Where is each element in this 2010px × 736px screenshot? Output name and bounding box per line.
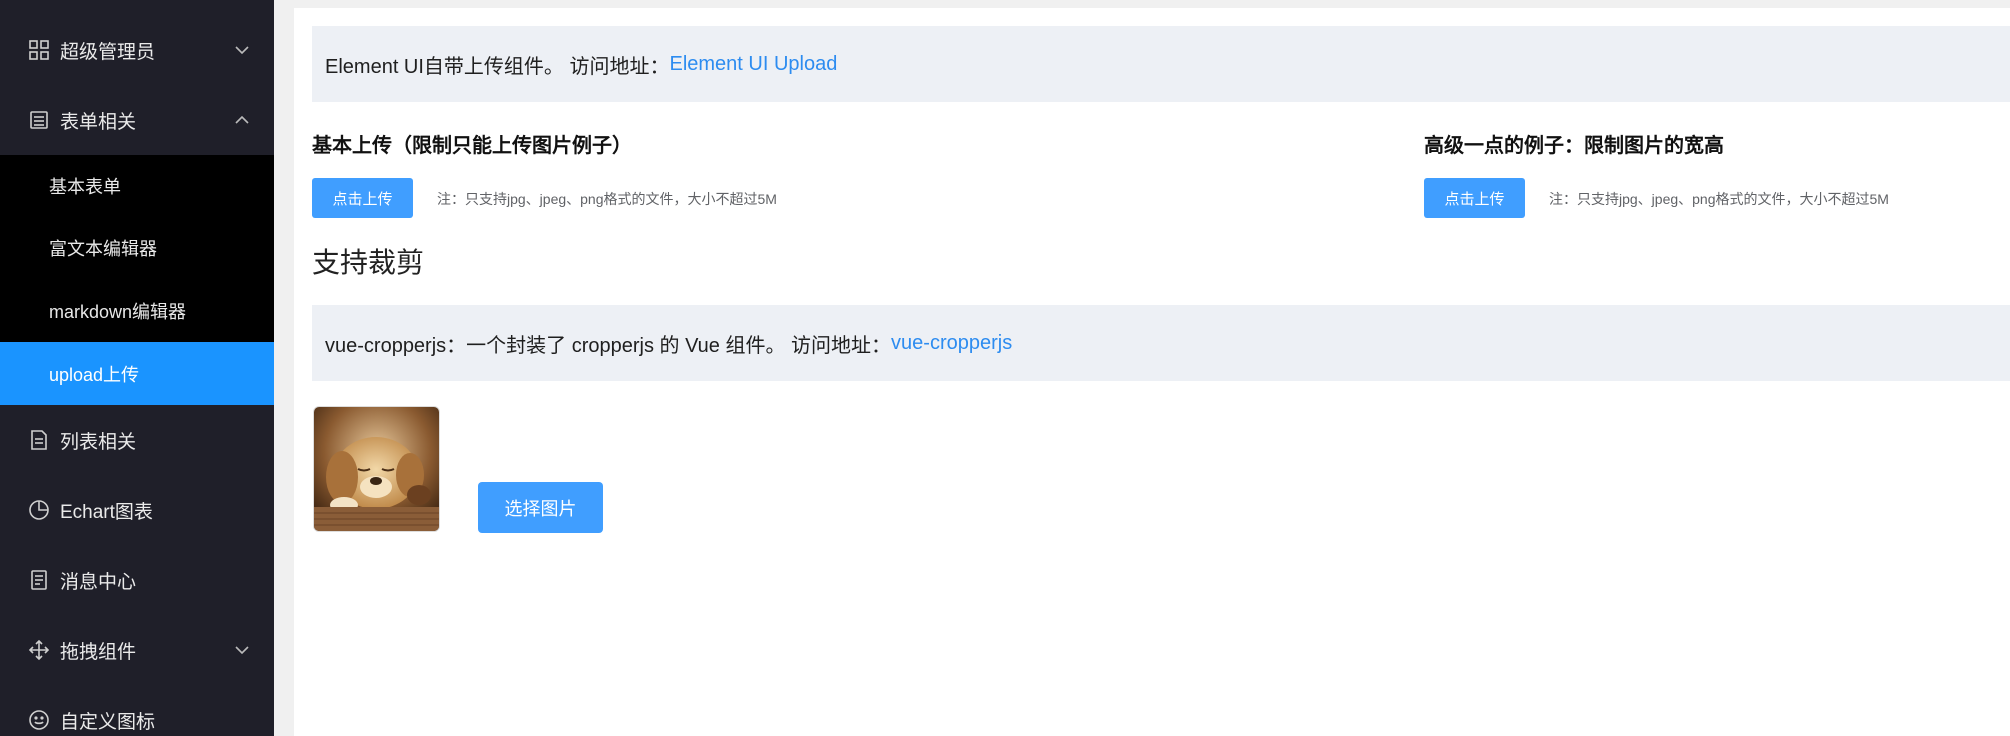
- menu-item-message-center[interactable]: 消息中心: [0, 558, 274, 602]
- notice-text: vue-cropperjs：一个封装了 cropperjs 的 Vue 组件。 …: [325, 334, 892, 357]
- message-icon: [27, 568, 51, 592]
- sidebar-item-rich-text-editor[interactable]: 富文本编辑器: [0, 225, 274, 271]
- crop-section-title: 支持裁剪: [312, 247, 425, 278]
- menu-item-drag-components[interactable]: 拖拽组件: [0, 628, 274, 672]
- basic-upload-button[interactable]: 点击上传: [312, 178, 413, 218]
- submenu-item-label: 富文本编辑器: [49, 239, 157, 259]
- menu-item-lists[interactable]: 列表相关: [0, 418, 274, 462]
- sidebar: 超级管理员 表单相关 基本表单 富文本编辑器 markdown编辑器 uploa…: [0, 0, 274, 736]
- menu-item-custom-icons[interactable]: 自定义图标: [0, 698, 274, 736]
- notice-text: Element UI自带上传组件。 访问地址：: [325, 55, 670, 78]
- puppy-image: [314, 407, 439, 531]
- advanced-upload-heading: 高级一点的例子：限制图片的宽高: [1424, 135, 1724, 157]
- list-icon: [27, 428, 51, 452]
- choose-image-button[interactable]: 选择图片: [478, 482, 603, 533]
- menu-item-label: 拖拽组件: [60, 641, 137, 663]
- basic-upload-tip: 注：只支持jpg、jpeg、png格式的文件，大小不超过5M: [437, 191, 777, 207]
- sidebar-item-basic-form[interactable]: 基本表单: [0, 163, 274, 209]
- chevron-down-icon: [234, 642, 250, 658]
- sidebar-item-upload[interactable]: upload上传: [0, 342, 274, 405]
- menu-item-label: 列表相关: [60, 431, 137, 453]
- drag-icon: [27, 638, 51, 662]
- upload-notice: Element UI自带上传组件。 访问地址： Element UI Uploa…: [312, 26, 2010, 102]
- sidebar-item-markdown-editor[interactable]: markdown编辑器: [0, 288, 274, 334]
- form-icon: [27, 108, 51, 132]
- menu-item-label: 表单相关: [60, 111, 137, 133]
- menu-item-echarts[interactable]: Echart图表: [0, 488, 274, 532]
- pie-chart-icon: [27, 498, 51, 522]
- menu-item-label: Echart图表: [60, 501, 153, 523]
- element-ui-upload-link[interactable]: Element UI Upload: [669, 53, 837, 76]
- advanced-upload-tip: 注：只支持jpg、jpeg、png格式的文件，大小不超过5M: [1549, 191, 1889, 207]
- smile-icon: [27, 708, 51, 732]
- cropper-notice: vue-cropperjs：一个封装了 cropperjs 的 Vue 组件。 …: [312, 305, 2010, 381]
- vue-cropperjs-link[interactable]: vue-cropperjs: [891, 332, 1012, 355]
- grid-icon: [27, 38, 51, 62]
- menu-item-label: 超级管理员: [60, 41, 156, 63]
- cropped-image-preview[interactable]: [313, 406, 440, 532]
- menu-item-forms[interactable]: 表单相关: [0, 98, 274, 142]
- submenu-item-label: markdown编辑器: [49, 302, 187, 322]
- basic-upload-heading: 基本上传（限制只能上传图片例子）: [312, 135, 632, 157]
- submenu-item-label: 基本表单: [49, 177, 121, 197]
- menu-item-label: 消息中心: [60, 571, 137, 593]
- chevron-down-icon: [234, 42, 250, 58]
- menu-item-label: 自定义图标: [60, 711, 156, 733]
- chevron-up-icon: [234, 112, 250, 128]
- menu-item-super-admin[interactable]: 超级管理员: [0, 28, 274, 72]
- submenu-item-label: upload上传: [49, 364, 140, 385]
- advanced-upload-button[interactable]: 点击上传: [1424, 178, 1525, 218]
